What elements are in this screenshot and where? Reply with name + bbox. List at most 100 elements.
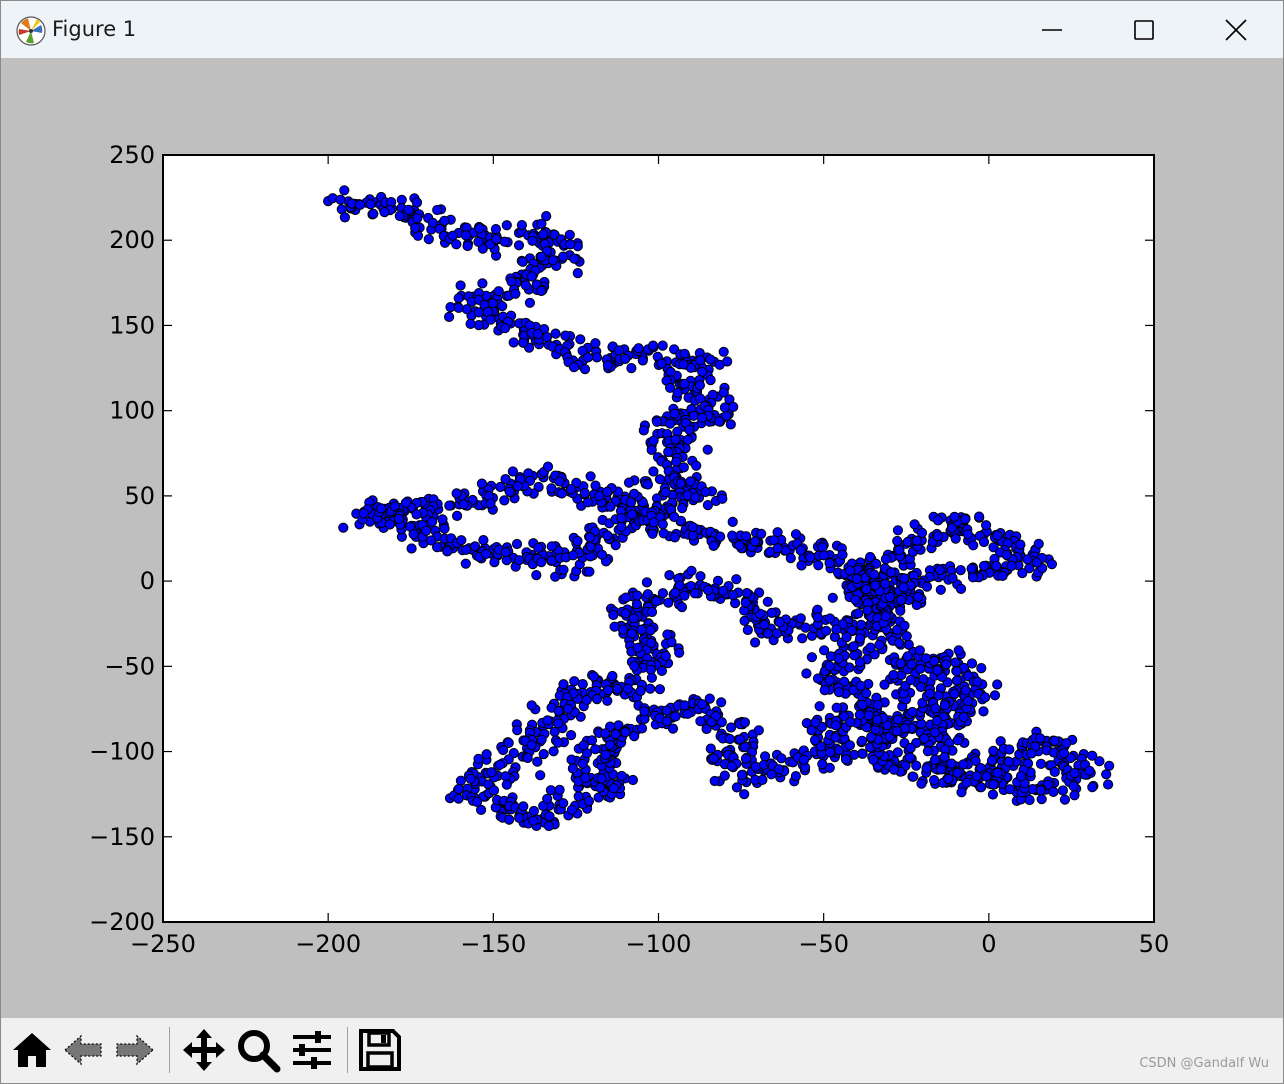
scatter-point [535, 770, 546, 781]
scatter-point [676, 602, 688, 613]
scatter-point [981, 520, 992, 531]
save-button[interactable] [357, 1027, 403, 1073]
scatter-point [541, 332, 553, 343]
maximize-button[interactable] [1098, 1, 1190, 58]
scatter-point [602, 360, 614, 371]
forward-button[interactable] [111, 1027, 157, 1073]
scatter-point [924, 688, 936, 699]
scatter-point [1001, 549, 1012, 560]
scatter-point [504, 814, 515, 825]
scatter-point [338, 522, 349, 533]
scatter-point [935, 584, 946, 595]
scatter-point [833, 687, 845, 698]
scatter-point [824, 661, 835, 672]
scatter-point [542, 715, 553, 726]
scatter-point [536, 557, 547, 568]
scatter-point [936, 764, 947, 775]
arrow-right-icon [116, 1034, 154, 1066]
scatter-point [961, 777, 972, 788]
scatter-point [708, 540, 719, 551]
scatter-point [510, 288, 521, 299]
scatter-plot[interactable]: −250 −200 −150 −100 −50 0 50−200−150−100−50050… [1, 58, 1283, 1018]
scatter-point [850, 594, 861, 605]
scatter-point [672, 387, 683, 398]
scatter-point [620, 727, 631, 738]
scatter-point [355, 199, 366, 210]
scatter-point [569, 676, 580, 687]
y-tick-label: −200 [89, 908, 155, 936]
scatter-point [493, 286, 504, 297]
scatter-point [1017, 567, 1028, 579]
magnifier-icon [238, 1030, 281, 1073]
zoom-button[interactable] [235, 1027, 281, 1073]
minimize-button[interactable] [1006, 1, 1098, 58]
scatter-point [451, 488, 462, 499]
scatter-point [474, 223, 485, 234]
scatter-point [687, 522, 698, 533]
scatter-point [845, 565, 856, 576]
scatter-point [950, 657, 961, 668]
home-button[interactable] [9, 1027, 55, 1073]
scatter-point [646, 444, 657, 455]
scatter-point [703, 585, 714, 596]
pan-button[interactable] [181, 1027, 227, 1073]
scatter-point [880, 611, 891, 622]
scatter-point [862, 605, 873, 616]
scatter-point [978, 706, 989, 717]
scatter-point [814, 701, 825, 712]
scatter-point [501, 779, 512, 790]
scatter-point [824, 558, 835, 569]
scatter-point [886, 567, 897, 578]
scatter-point [566, 730, 577, 741]
scatter-point [899, 573, 910, 584]
scatter-point [848, 641, 859, 652]
scatter-point [831, 702, 842, 713]
scatter-point [741, 531, 752, 542]
scatter-point [629, 488, 640, 499]
scatter-point [844, 740, 856, 751]
scatter-point [932, 531, 943, 542]
scatter-point [1033, 538, 1044, 549]
scatter-point [494, 759, 506, 770]
back-button[interactable] [61, 1027, 107, 1073]
scatter-point [568, 362, 580, 373]
figure-canvas[interactable]: −250 −200 −150 −100 −50 0 50 −200 −150 −100 −50 0 50… [1, 58, 1283, 1018]
scatter-point [656, 358, 667, 369]
close-button[interactable] [1190, 1, 1282, 58]
scatter-point [550, 328, 561, 339]
scatter-point [412, 213, 423, 224]
scatter-point [899, 620, 910, 631]
title-bar[interactable]: Figure 1 [1, 1, 1283, 58]
scatter-point [579, 364, 591, 375]
window-title: Figure 1 [52, 17, 137, 41]
scatter-point [473, 307, 484, 318]
scatter-point [623, 477, 635, 488]
scatter-point [471, 796, 483, 808]
scatter-point [600, 749, 611, 760]
scatter-point [478, 535, 489, 546]
scatter-point [1049, 735, 1060, 747]
scatter-point [513, 240, 525, 251]
scatter-point [824, 613, 836, 624]
scatter-point [596, 549, 608, 560]
scatter-point [427, 516, 438, 527]
scatter-point [670, 434, 681, 445]
scatter-point [491, 234, 502, 245]
scatter-point [590, 744, 601, 755]
scatter-point [473, 320, 484, 331]
scatter-point [572, 535, 583, 547]
configure-subplots-button[interactable] [289, 1027, 335, 1073]
scatter-point [679, 378, 690, 389]
scatter-point [642, 479, 654, 490]
scatter-point [739, 789, 750, 800]
scatter-point [400, 497, 411, 508]
toolbar-separator [347, 1027, 348, 1073]
scatter-point [507, 466, 518, 477]
scatter-point [809, 735, 821, 746]
sliders-icon [293, 1031, 331, 1069]
scatter-point [346, 198, 357, 209]
scatter-point [546, 541, 557, 552]
scatter-point [697, 366, 708, 377]
scatter-point [798, 754, 810, 766]
scatter-point [718, 387, 729, 398]
